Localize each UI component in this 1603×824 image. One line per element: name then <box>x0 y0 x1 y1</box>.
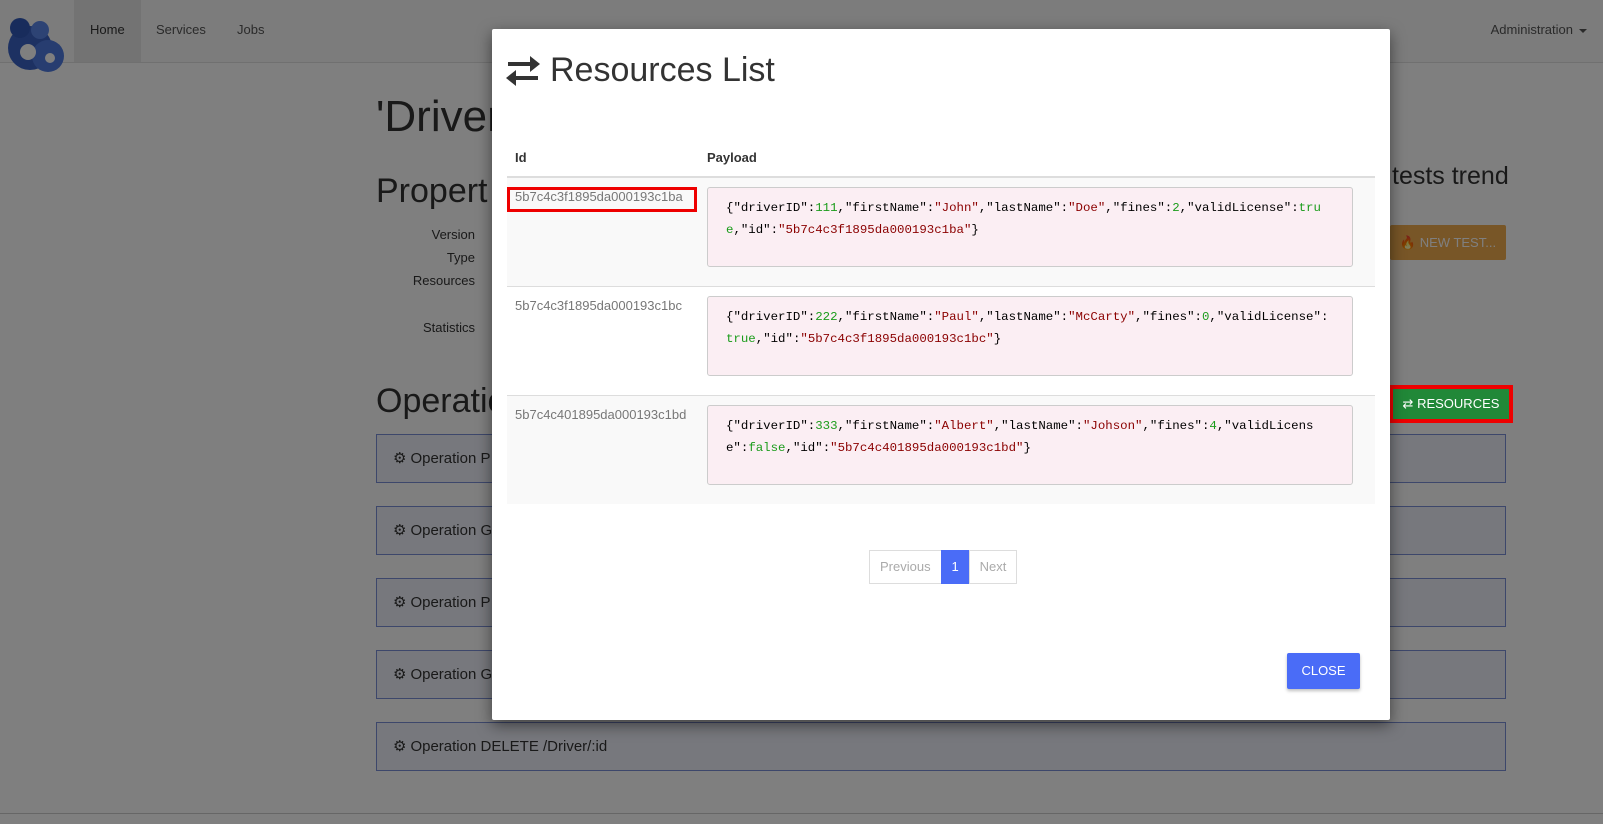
payload-lastname: Doe <box>1075 201 1098 215</box>
payload-lastname: McCarty <box>1075 310 1128 324</box>
column-header-id: Id <box>515 150 527 165</box>
modal-title-text: Resources List <box>550 51 775 89</box>
payload-firstname: Albert <box>941 419 987 433</box>
payload-id: 5b7c4c401895da000193c1bd <box>837 441 1017 455</box>
resource-id[interactable]: 5b7c4c3f1895da000193c1ba <box>515 189 683 204</box>
table-row: 5b7c4c401895da000193c1bd {"driverID":333… <box>507 395 1375 504</box>
payload-driverid: 333 <box>815 419 838 433</box>
payload-validlicense: false <box>748 441 786 455</box>
payload-block: {"driverID":111,"firstName":"John","last… <box>707 187 1353 267</box>
payload-lastname: Johson <box>1090 419 1136 433</box>
resources-button[interactable]: ⇄ RESOURCES <box>1393 389 1509 419</box>
payload-fines: 2 <box>1172 201 1180 215</box>
exchange-icon <box>506 55 540 86</box>
payload-fines: 4 <box>1209 419 1217 433</box>
payload-firstname: Paul <box>941 310 972 324</box>
pagination: Previous 1 Next <box>869 550 1018 584</box>
pagination-previous[interactable]: Previous <box>869 550 942 584</box>
payload-firstname: John <box>941 201 972 215</box>
payload-block: {"driverID":222,"firstName":"Paul","last… <box>707 296 1353 376</box>
column-header-payload: Payload <box>707 150 757 165</box>
payload-id: 5b7c4c3f1895da000193c1bc <box>807 332 987 346</box>
resource-id[interactable]: 5b7c4c3f1895da000193c1bc <box>515 298 682 313</box>
exchange-icon: ⇄ <box>1402 396 1414 411</box>
payload-validlicense: true <box>726 332 756 346</box>
close-button[interactable]: CLOSE <box>1287 653 1360 689</box>
modal-title: Resources List <box>506 51 775 90</box>
payload-driverid: 222 <box>815 310 838 324</box>
pagination-page-1[interactable]: 1 <box>940 550 970 584</box>
payload-fines: 0 <box>1201 310 1210 324</box>
resource-id[interactable]: 5b7c4c401895da000193c1bd <box>515 407 686 422</box>
payload-driverid: 111 <box>815 201 838 215</box>
payload-id: 5b7c4c3f1895da000193c1ba <box>785 223 964 237</box>
table-row: 5b7c4c3f1895da000193c1bc {"driverID":222… <box>507 286 1375 395</box>
resources-modal: Resources List Id Payload 5b7c4c3f1895da… <box>492 29 1390 720</box>
payload-block: {"driverID":333,"firstName":"Albert","la… <box>707 405 1353 485</box>
table-row: 5b7c4c3f1895da000193c1ba {"driverID":111… <box>507 177 1375 286</box>
resources-label: RESOURCES <box>1417 396 1500 411</box>
pagination-next[interactable]: Next <box>968 550 1018 584</box>
